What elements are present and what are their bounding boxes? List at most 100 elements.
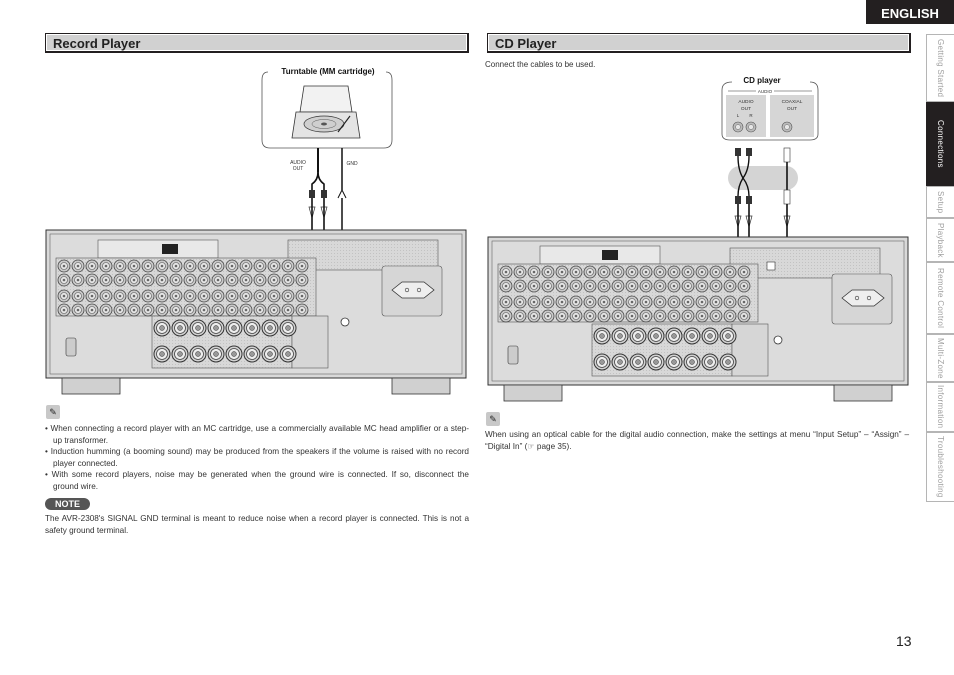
rca-jack [527,265,541,279]
rca-jack [239,289,253,303]
rca-jack [183,289,197,303]
rca-jack [113,259,127,273]
rca-jack [169,289,183,303]
rca-jack [295,259,309,273]
side-tab-playback[interactable]: Playback [926,218,954,262]
rca-jack [169,259,183,273]
rca-jack [709,265,723,279]
audio-out-l-jack [732,121,744,133]
rca-jack [709,279,723,293]
rca-jack [541,295,555,309]
speaker-terminal [261,319,279,337]
side-tab-troubleshooting[interactable]: Troubleshooting [926,432,954,502]
rca-jack [625,295,639,309]
rca-jack [639,279,653,293]
receiver-rear-panel [45,229,467,395]
side-tab-label: Connections [936,120,945,168]
speaker-terminal [647,327,665,345]
rca-jack [639,265,653,279]
side-nav: Getting Started Connections Setup Playba… [926,34,954,502]
side-tab-information[interactable]: Information [926,382,954,432]
rca-jack [723,309,737,323]
side-tab-label: Troubleshooting [936,436,945,498]
record-player-diagram: Turntable (MM cartridge) AUDIO OUT GND [45,67,467,395]
rca-jack [555,265,569,279]
rca-jack [71,273,85,287]
rca-jack [737,265,751,279]
rca-jack [723,295,737,309]
rca-jack [569,265,583,279]
rca-jack [611,279,625,293]
coaxial-out-jack [781,121,793,133]
rca-jack [85,303,99,317]
rca-jack [667,265,681,279]
rca-jack [723,279,737,293]
rca-jack [639,295,653,309]
rca-jack [737,279,751,293]
coaxial-out-label: OUT [787,106,797,112]
rca-jack [211,273,225,287]
side-tab-multi-zone[interactable]: Multi-Zone [926,334,954,382]
side-tab-label: Getting Started [936,38,945,98]
note-badge: NOTE [45,498,91,510]
side-tab-label: Multi-Zone [936,337,945,379]
rca-jack [583,295,597,309]
speaker-terminal [171,319,189,337]
side-tab-setup[interactable]: Setup [926,186,954,218]
note-bullet-text: With some record players, noise may be g… [51,470,469,491]
speaker-terminal [629,353,647,371]
side-tab-label: Information [936,385,945,429]
rca-jack [155,259,169,273]
rca-jack [625,279,639,293]
rca-jack [499,279,513,293]
rca-jack [281,289,295,303]
speaker-terminal [683,327,701,345]
rca-jack [681,279,695,293]
page-number: 13 [896,633,912,649]
rca-jack [57,303,71,317]
rca-jack [513,309,527,323]
rca-jack [541,309,555,323]
rca-jack [211,289,225,303]
rca-jack [681,295,695,309]
rca-jack [99,289,113,303]
rca-jack [597,309,611,323]
coaxial-label: COAXIAL [782,99,803,105]
rca-jack [611,309,625,323]
rca-jack [57,273,71,287]
rca-jack [611,265,625,279]
rca-jack [141,259,155,273]
rca-jack [71,303,85,317]
rca-jack [211,259,225,273]
rca-jack [541,279,555,293]
rca-jack [113,303,127,317]
cd-player-diagram: CD player AUDIO AUDIO OUT L R COAXIAL OU… [487,76,909,402]
rca-jack [85,273,99,287]
rca-jack [127,303,141,317]
rca-jack [155,289,169,303]
rca-jack [211,303,225,317]
turntable-device: Turntable (MM cartridge) [261,67,393,149]
note-bullet: • When connecting a record player with a… [45,424,470,445]
rca-jack [281,259,295,273]
cd-player-label: CD player [743,76,780,85]
side-tab-remote-control[interactable]: Remote Control [926,262,954,334]
speaker-terminal [629,327,647,345]
rca-jack [555,309,569,323]
side-tab-connections[interactable]: Connections [926,102,954,186]
note-bullet-text: When connecting a record player with an … [50,424,470,445]
speaker-terminal [279,345,297,363]
rca-jack [513,295,527,309]
speaker-terminal [261,345,279,363]
side-tab-getting-started[interactable]: Getting Started [926,34,954,102]
speaker-terminal [225,319,243,337]
rca-jack [499,295,513,309]
rca-jack [169,303,183,317]
rca-jack [625,309,639,323]
speaker-terminal [701,353,719,371]
rca-jack [85,289,99,303]
rca-jack [267,289,281,303]
speaker-terminal [171,345,189,363]
speaker-terminal [207,345,225,363]
speaker-terminal [153,345,171,363]
